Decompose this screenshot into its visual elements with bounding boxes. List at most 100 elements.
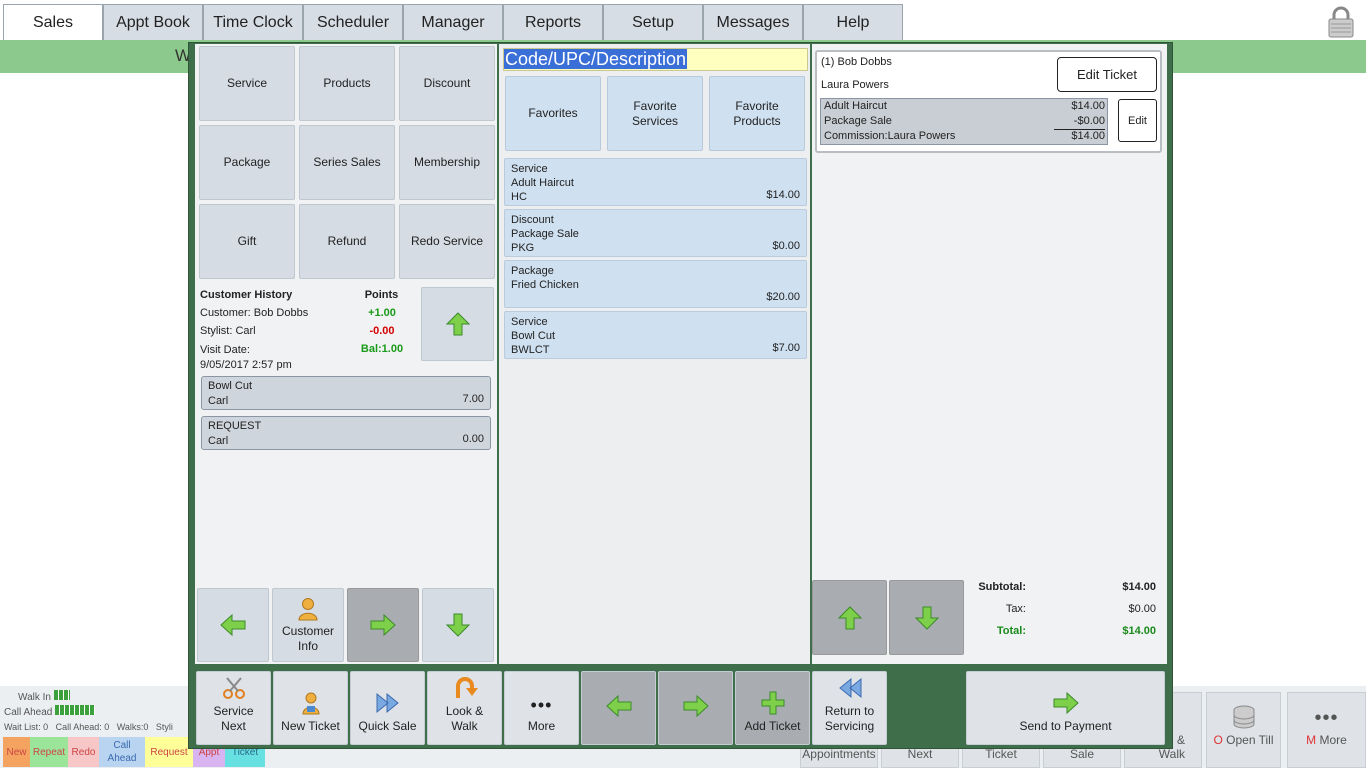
ticket-line-amount: $14.00 (1071, 100, 1105, 112)
tab-sales[interactable]: Sales (3, 4, 103, 40)
legend-redo: Redo (68, 737, 99, 767)
tab-help[interactable]: Help (803, 4, 903, 40)
lock-icon[interactable] (1328, 6, 1354, 38)
subtotal-label: Subtotal: (978, 581, 1026, 593)
legend-call-ahead: Call Ahead (99, 737, 145, 767)
points-title: Points (364, 289, 399, 301)
arrow-down-icon (914, 606, 939, 630)
ticket-line-amount: -$0.00 (1053, 114, 1105, 130)
ticket-line: Package Sale -$0.00 (821, 114, 1107, 130)
history-next-button[interactable] (347, 588, 419, 662)
scissors-icon (222, 677, 245, 699)
item-code: PKG (511, 242, 535, 254)
dots-icon: ••• (1314, 707, 1339, 729)
tab-reports[interactable]: Reports (503, 4, 603, 40)
product-item[interactable]: Discount Package Sale PKG $0.00 (504, 209, 807, 257)
favorites-tab-0[interactable]: Favorites (505, 76, 601, 151)
item-name: Adult Haircut (511, 177, 574, 189)
category-series-sales-button[interactable]: Series Sales (299, 125, 395, 200)
item-code: BWLCT (511, 344, 550, 356)
wait-counts: Wait List: 0 Call Ahead: 0 Walks:0 Styli (4, 722, 173, 732)
ticket-scroll-down-button[interactable] (889, 580, 964, 655)
category-refund-button[interactable]: Refund (299, 204, 395, 279)
return-to-servicing-button[interactable]: Return to Servicing (812, 671, 887, 745)
ticket-line-amount: $14.00 (1071, 130, 1105, 142)
points-balance: Bal:1.00 (360, 343, 404, 355)
history-entry[interactable]: Bowl Cut Carl 7.00 (201, 376, 491, 410)
arrow-right-icon (370, 613, 396, 637)
category-redo-service-button[interactable]: Redo Service (399, 204, 495, 279)
history-entry-stylist: Carl (208, 395, 229, 407)
arrow-down-icon (445, 613, 471, 637)
service-next-button[interactable]: Service Next (196, 671, 271, 745)
points-column: Points +1.00 -0.00 Bal:1.00 (345, 286, 415, 358)
wait-status: Walk In Call Ahead Wait List: 0 Call Ahe… (4, 690, 190, 735)
fast-forward-icon (376, 692, 399, 714)
item-code: HC (511, 191, 527, 203)
top-nav: Sales Appt Book Time Clock Scheduler Manager… (3, 4, 903, 40)
look-walk-button[interactable]: Look & Walk (427, 671, 502, 745)
favorites-tab-1[interactable]: Favorite Services (607, 76, 703, 151)
legend-new: New (3, 737, 30, 767)
tab-setup[interactable]: Setup (603, 4, 703, 40)
toolbar-next-button[interactable] (658, 671, 733, 745)
quick-sale-button[interactable]: Quick Sale (350, 671, 425, 745)
arrow-up-icon (445, 312, 470, 336)
category-service-button[interactable]: Service (199, 46, 295, 121)
item-name: Fried Chicken (511, 279, 579, 291)
ticket-customer: (1) Bob Dobbs (821, 56, 892, 68)
total-value: $14.00 (1122, 625, 1156, 637)
item-name: Package Sale (511, 228, 579, 240)
plus-icon (761, 691, 784, 715)
item-type: Service (511, 316, 548, 328)
more-button[interactable]: ••• More (504, 671, 579, 745)
history-entry-amount: 0.00 (462, 433, 484, 445)
edit-line-button[interactable]: Edit (1118, 99, 1157, 142)
ticket-line: Adult Haircut $14.00 (821, 99, 1107, 114)
product-item[interactable]: Service Adult Haircut HC $14.00 (504, 158, 807, 206)
category-package-button[interactable]: Package (199, 125, 295, 200)
u-turn-icon (455, 677, 478, 698)
favorites-tab-2[interactable]: Favorite Products (709, 76, 805, 151)
category-products-button[interactable]: Products (299, 46, 395, 121)
add-ticket-button[interactable]: Add Ticket (735, 671, 810, 745)
totals: Subtotal: $14.00 Tax: $0.00 Total: $14.00 (966, 576, 1156, 642)
new-ticket-button[interactable]: New Ticket (273, 671, 348, 745)
total-label: Total: (996, 625, 1026, 637)
history-visit-date: 9/05/2017 2:57 pm (200, 359, 292, 371)
tab-manager[interactable]: Manager (403, 4, 503, 40)
product-item[interactable]: Package Fried Chicken $20.00 (504, 260, 807, 308)
dots-icon: ••• (530, 695, 553, 715)
customer-icon (298, 597, 318, 620)
rewind-icon (838, 677, 861, 699)
arrow-up-icon (837, 605, 862, 629)
open-till-button[interactable]: O Open Till (1206, 692, 1281, 768)
item-price: $14.00 (766, 189, 800, 201)
ticket-scroll-up-button[interactable] (812, 580, 887, 655)
history-entry[interactable]: REQUEST Carl 0.00 (201, 416, 491, 450)
arrow-left-icon (605, 694, 631, 718)
tab-scheduler[interactable]: Scheduler (303, 4, 403, 40)
tab-appt-book[interactable]: Appt Book (103, 4, 203, 40)
toolbar-prev-button[interactable] (581, 671, 656, 745)
ticket-stylist: Laura Powers (821, 79, 889, 91)
category-gift-button[interactable]: Gift (199, 204, 295, 279)
tab-messages[interactable]: Messages (703, 4, 803, 40)
edit-ticket-button[interactable]: Edit Ticket (1057, 57, 1157, 92)
ticket-line-label: Package Sale (824, 115, 892, 127)
customer-info-button[interactable]: Customer Info (272, 588, 344, 662)
history-entry-name: Bowl Cut (208, 380, 253, 392)
search-input[interactable]: Code/UPC/Description (503, 48, 808, 71)
history-prev-button[interactable] (197, 588, 269, 662)
history-scroll-down-button[interactable] (422, 588, 494, 662)
tab-time-clock[interactable]: Time Clock (203, 4, 303, 40)
send-to-payment-button[interactable]: Send to Payment (966, 671, 1165, 745)
category-discount-button[interactable]: Discount (399, 46, 495, 121)
points-plus: +1.00 (368, 307, 396, 319)
database-icon (1233, 705, 1254, 729)
product-item[interactable]: Service Bowl Cut BWLCT $7.00 (504, 311, 807, 359)
call-ahead-label: Call Ahead (4, 707, 53, 718)
history-scroll-up-button[interactable] (421, 287, 494, 361)
more-button-bg[interactable]: ••• M More (1287, 692, 1366, 768)
category-membership-button[interactable]: Membership (399, 125, 495, 200)
